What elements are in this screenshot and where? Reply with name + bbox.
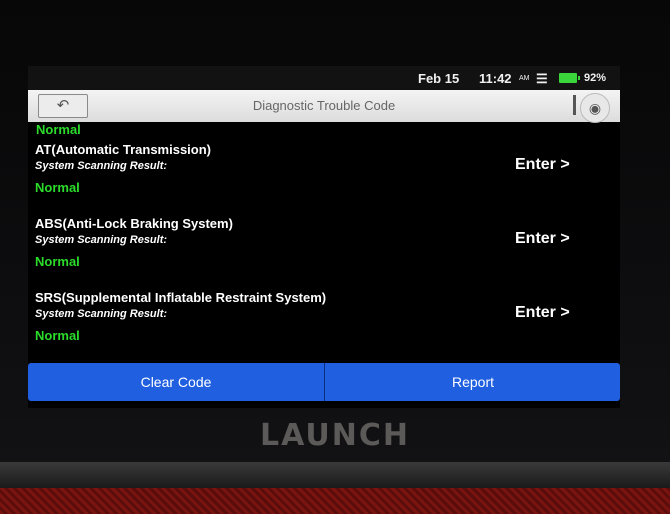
- system-item-abs[interactable]: ABS(Anti-Lock Braking System) System Sca…: [28, 216, 620, 290]
- system-item-at[interactable]: AT(Automatic Transmission) System Scanni…: [28, 142, 620, 216]
- previous-system-result: Normal: [36, 122, 81, 137]
- enter-button[interactable]: Enter >: [515, 230, 570, 248]
- device-case: [0, 462, 670, 514]
- scan-result-label: System Scanning Result:: [35, 234, 168, 246]
- device-brand-logo: LAUNCH: [259, 418, 410, 453]
- battery-percent: 92%: [584, 72, 607, 84]
- page-title: Diagnostic Trouble Code: [252, 98, 396, 113]
- clear-code-button[interactable]: Clear Code: [28, 363, 324, 401]
- camera-icon: ◉: [588, 100, 602, 116]
- scan-result-value: Normal: [35, 180, 80, 195]
- back-button[interactable]: ↶: [38, 94, 88, 118]
- wifi-icon: ☰: [536, 71, 548, 86]
- scan-result-value: Normal: [35, 328, 80, 343]
- status-time: 11:42: [479, 71, 512, 86]
- enter-button[interactable]: Enter >: [515, 304, 570, 322]
- scan-result-value: Normal: [35, 254, 80, 269]
- back-arrow-icon: ↶: [56, 97, 70, 114]
- action-bar: Clear Code Report: [28, 363, 620, 401]
- scan-result-label: System Scanning Result:: [35, 160, 168, 172]
- scan-result-label: System Scanning Result:: [35, 308, 168, 320]
- system-name: ABS(Anti-Lock Braking System): [35, 216, 233, 231]
- system-name: SRS(Supplemental Inflatable Restraint Sy…: [35, 290, 327, 305]
- status-date: Feb 15: [418, 71, 460, 86]
- camera-button[interactable]: ◉: [580, 93, 610, 123]
- system-item-srs[interactable]: SRS(Supplemental Inflatable Restraint Sy…: [28, 290, 620, 364]
- toolbar-marker: [573, 95, 576, 115]
- device-screen: Feb 15 11:42 AM ☰ 92% ↶ Diagnostic Troub…: [28, 66, 620, 408]
- status-ampm: AM: [519, 75, 530, 82]
- enter-button[interactable]: Enter >: [515, 156, 570, 174]
- battery-icon: [559, 73, 580, 83]
- status-bar: Feb 15 11:42 AM ☰ 92%: [28, 66, 620, 90]
- system-name: AT(Automatic Transmission): [35, 142, 212, 157]
- report-button[interactable]: Report: [325, 363, 620, 401]
- title-bar: ↶ Diagnostic Trouble Code ◉: [28, 90, 620, 123]
